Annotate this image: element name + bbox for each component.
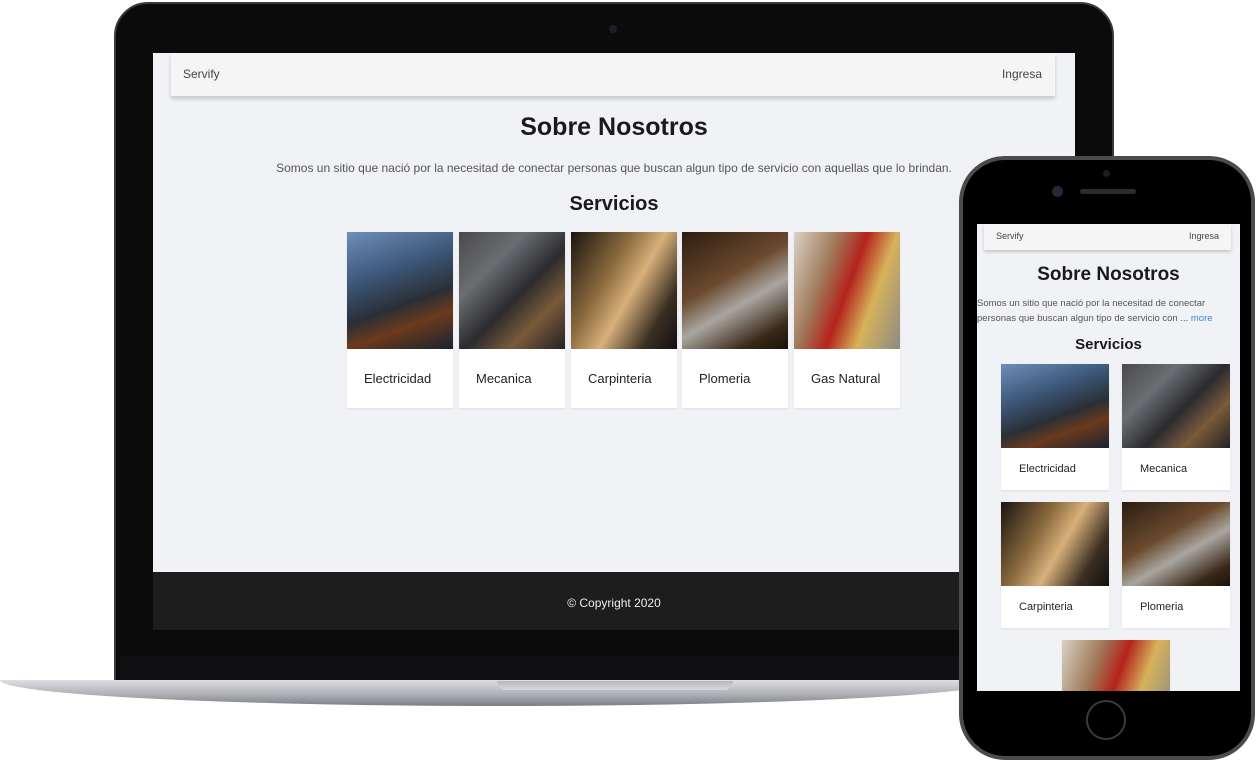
copyright-text: © Copyright 2020 <box>567 596 661 610</box>
mobile-login-link[interactable]: Ingresa <box>1189 231 1219 241</box>
service-image-mecanica <box>459 232 565 349</box>
laptop-camera-icon <box>609 25 617 33</box>
footer: © Copyright 2020 <box>153 572 1075 630</box>
mobile-service-image-gas-natural <box>1062 640 1170 691</box>
phone-screen: Servify Ingresa Sobre Nosotros Somos un … <box>977 224 1240 691</box>
phone-speaker-icon <box>1080 189 1136 194</box>
mobile-service-image-plomeria <box>1122 502 1230 586</box>
mobile-services-heading: Servicios <box>1075 336 1142 353</box>
about-description: Somos un sitio que nació por la necesita… <box>276 161 952 175</box>
service-label: Carpinteria <box>1019 601 1073 613</box>
service-label: Electricidad <box>364 371 432 386</box>
service-label: Mecanica <box>1140 463 1188 475</box>
laptop-notch <box>497 681 733 690</box>
service-card-mecanica[interactable]: Mecanica <box>459 232 565 408</box>
home-button[interactable] <box>1086 700 1126 740</box>
service-card-gas-natural[interactable]: Gas Natural <box>794 232 900 408</box>
laptop-screen: Servify Ingresa Sobre Nosotros Somos un … <box>153 53 1075 630</box>
service-label: Gas Natural <box>811 371 881 386</box>
login-link[interactable]: Ingresa <box>1002 67 1042 81</box>
service-label: Mecanica <box>476 371 532 386</box>
phone-camera-icon <box>1052 186 1063 197</box>
mobile-page-title: Sobre Nosotros <box>1037 264 1180 285</box>
service-card-carpinteria[interactable]: Carpinteria <box>571 232 677 408</box>
mobile-service-card-mecanica[interactable]: Mecanica <box>1122 364 1230 490</box>
brand-link[interactable]: Servify <box>183 67 220 81</box>
service-card-plomeria[interactable]: Plomeria <box>682 232 788 408</box>
service-image-plomeria <box>682 232 788 349</box>
service-label: Electricidad <box>1019 463 1076 475</box>
service-card-electricidad[interactable]: Electricidad <box>347 232 453 408</box>
mobile-service-card-gas-natural[interactable] <box>1062 640 1170 691</box>
phone-sensor-icon <box>1103 170 1110 177</box>
mobile-service-card-carpinteria[interactable]: Carpinteria <box>1001 502 1109 628</box>
service-image-electricidad <box>347 232 453 349</box>
mobile-service-image-electricidad <box>1001 364 1109 448</box>
service-image-carpinteria <box>571 232 677 349</box>
mobile-service-card-plomeria[interactable]: Plomeria <box>1122 502 1230 628</box>
more-link[interactable]: more <box>1191 313 1213 324</box>
mobile-description-text: Somos un sitio que nació por la necesita… <box>977 298 1206 324</box>
page-title: Sobre Nosotros <box>520 113 708 141</box>
mobile-service-card-electricidad[interactable]: Electricidad <box>1001 364 1109 490</box>
mobile-brand-link[interactable]: Servify <box>996 231 1024 241</box>
mobile-navbar: Servify Ingresa <box>984 224 1231 250</box>
service-label: Plomeria <box>699 371 751 386</box>
navbar: Servify Ingresa <box>171 53 1055 96</box>
service-label: Carpinteria <box>588 371 652 386</box>
service-image-gas-natural <box>794 232 900 349</box>
services-heading: Servicios <box>569 193 659 215</box>
mobile-about-description: Somos un sitio que nació por la necesita… <box>977 296 1239 326</box>
mobile-service-image-mecanica <box>1122 364 1230 448</box>
mobile-service-image-carpinteria <box>1001 502 1109 586</box>
service-label: Plomeria <box>1140 601 1184 613</box>
